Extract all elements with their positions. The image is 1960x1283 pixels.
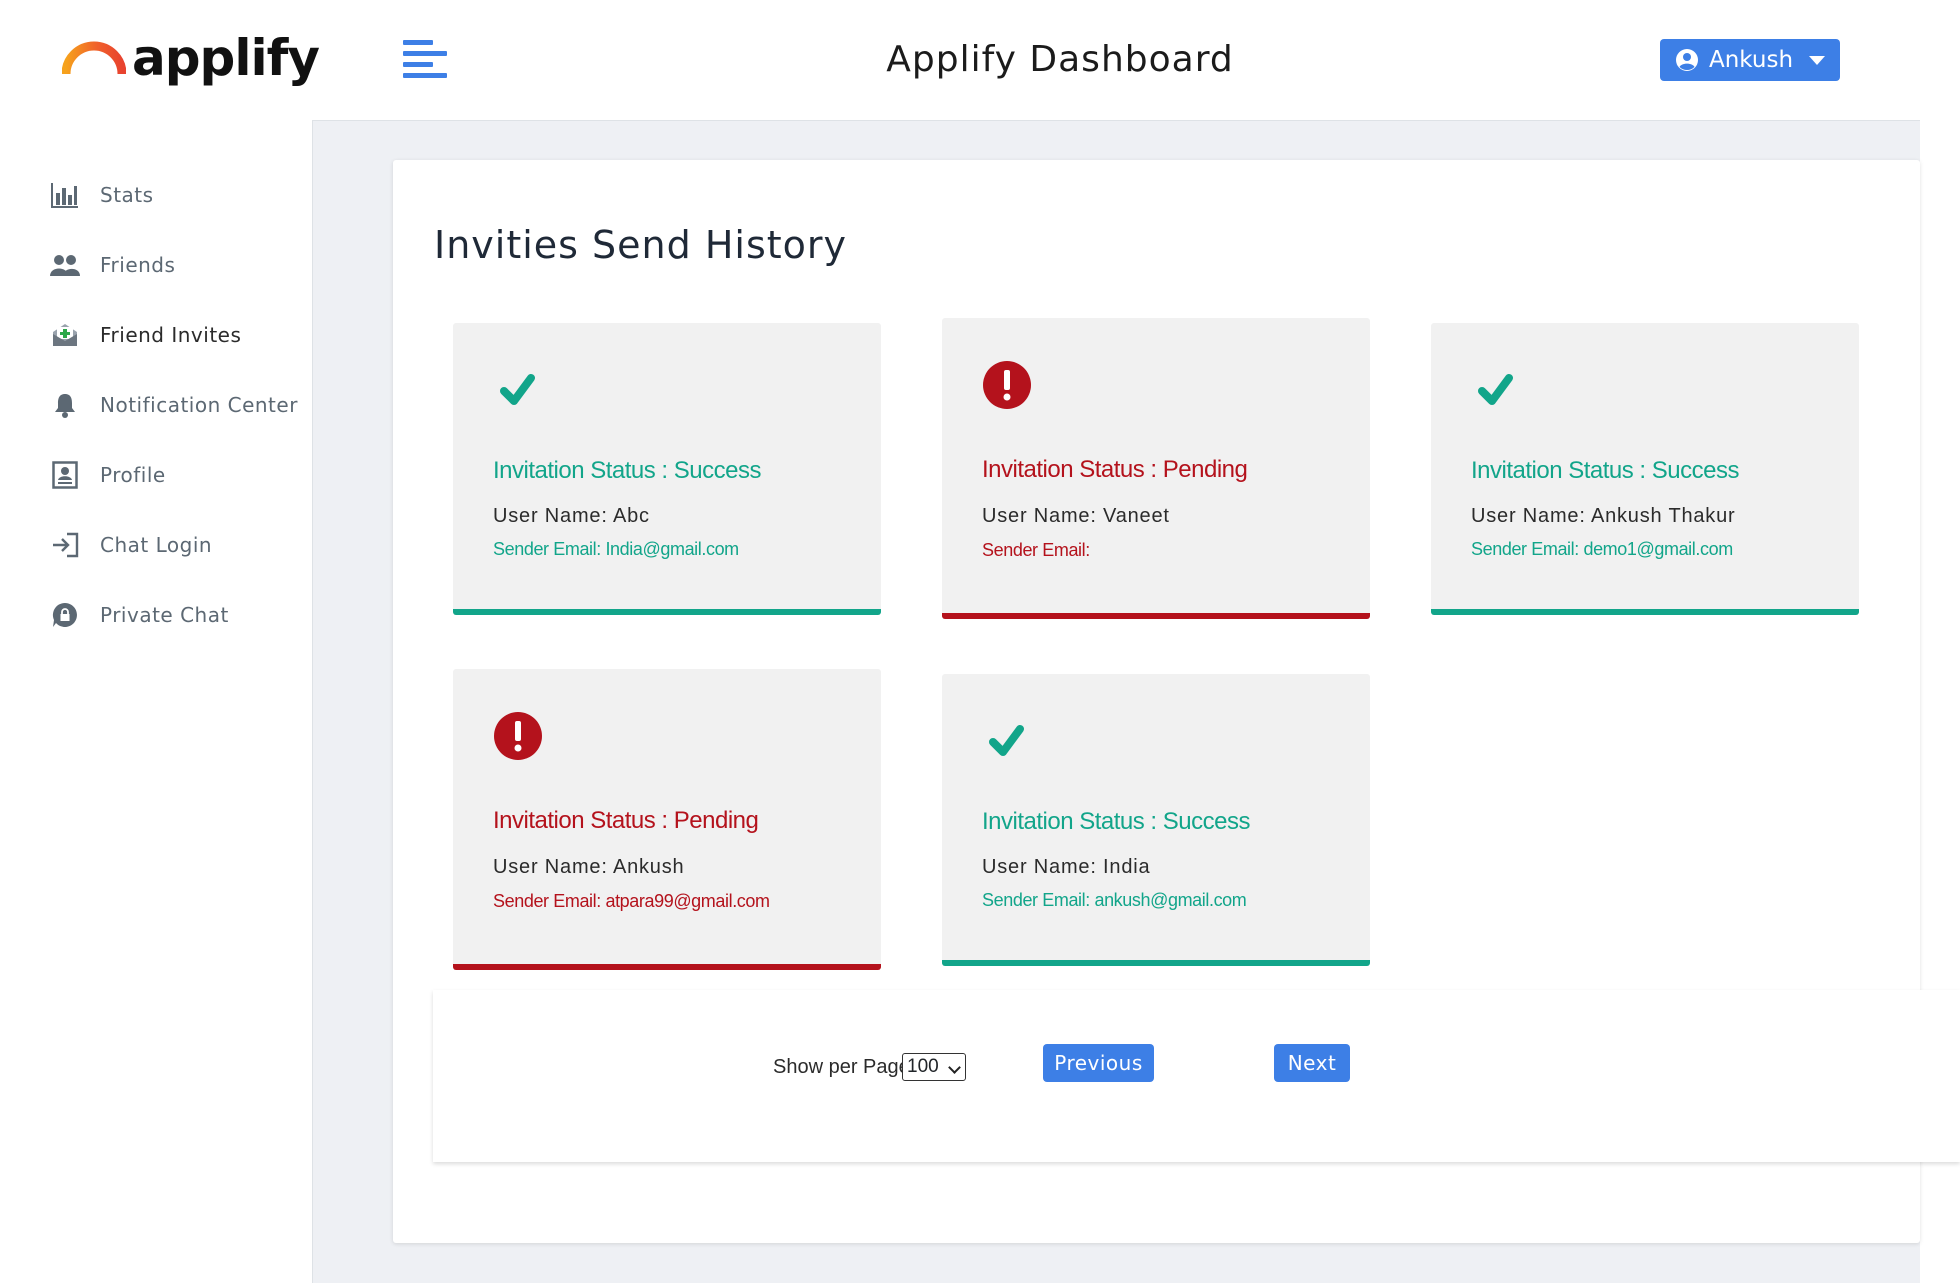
page-title: Invities Send History bbox=[434, 223, 848, 267]
sidebar-item-notification-center[interactable]: Notification Center bbox=[50, 385, 310, 425]
sidebar-item-label: Chat Login bbox=[100, 533, 213, 557]
sender-email: Sender Email: bbox=[982, 540, 1090, 560]
chevron-down-icon bbox=[1809, 55, 1826, 65]
sidebar-item-label: Notification Center bbox=[100, 393, 298, 417]
invitation-status: Invitation Status : Success bbox=[982, 808, 1250, 835]
sidebar-item-friends[interactable]: Friends bbox=[50, 245, 310, 285]
sidebar-item-label: Profile bbox=[100, 463, 166, 487]
id-card-icon bbox=[50, 460, 80, 490]
sender-email: Sender Email: atpara99@gmail.com bbox=[493, 891, 770, 911]
sidebar-item-label: Friend Invites bbox=[100, 323, 242, 347]
sign-in-icon bbox=[50, 530, 80, 560]
per-page-value: 100 bbox=[907, 1056, 939, 1077]
exclamation-circle-icon bbox=[983, 361, 1031, 409]
invite-card: Invitation Status : Success User Name: A… bbox=[1431, 323, 1859, 615]
invite-user-name: User Name: Ankush bbox=[493, 856, 685, 878]
applify-logo[interactable]: applify bbox=[62, 28, 320, 88]
sidebar-item-chat-login[interactable]: Chat Login bbox=[50, 525, 310, 565]
invite-user-name: User Name: Vaneet bbox=[982, 505, 1170, 527]
logo-text: applify bbox=[132, 29, 320, 87]
chat-lock-icon bbox=[50, 600, 80, 630]
exclamation-circle-icon bbox=[494, 712, 542, 760]
sidebar-item-label: Stats bbox=[100, 183, 154, 207]
sidebar-item-profile[interactable]: Profile bbox=[50, 455, 310, 495]
menu-toggle-icon[interactable] bbox=[403, 38, 447, 82]
users-icon bbox=[50, 250, 80, 280]
pagination-panel bbox=[433, 990, 1960, 1162]
per-page-label: Show per Page bbox=[773, 1056, 910, 1078]
bar-chart-icon bbox=[50, 180, 80, 210]
invite-envelope-icon bbox=[50, 320, 80, 350]
sender-email: Sender Email: demo1@gmail.com bbox=[1471, 539, 1733, 559]
sidebar-item-label: Private Chat bbox=[100, 603, 229, 627]
check-icon bbox=[1478, 374, 1513, 405]
invite-card: Invitation Status : Success User Name: I… bbox=[942, 674, 1370, 966]
invitation-status: Invitation Status : Success bbox=[493, 457, 761, 484]
sidebar: Stats Friends Friend Invites Notificatio… bbox=[0, 120, 313, 1283]
sidebar-item-private-chat[interactable]: Private Chat bbox=[50, 595, 310, 635]
user-circle-icon bbox=[1675, 49, 1698, 71]
invite-card: Invitation Status : Success User Name: A… bbox=[453, 323, 881, 615]
invite-card: Invitation Status : Pending User Name: V… bbox=[942, 318, 1370, 619]
dashboard-title: Applify Dashboard bbox=[886, 39, 1234, 80]
user-name-label: Ankush bbox=[1708, 47, 1794, 73]
next-button[interactable]: Next bbox=[1274, 1044, 1350, 1082]
top-header: applify Applify Dashboard Ankush bbox=[0, 0, 1920, 121]
check-icon bbox=[989, 725, 1024, 756]
invitation-status: Invitation Status : Success bbox=[1471, 457, 1739, 484]
invite-user-name: User Name: India bbox=[982, 856, 1151, 878]
sidebar-item-label: Friends bbox=[100, 253, 176, 277]
sender-email: Sender Email: ankush@gmail.com bbox=[982, 890, 1247, 910]
chevron-down-icon bbox=[948, 1061, 961, 1074]
sender-email: Sender Email: India@gmail.com bbox=[493, 539, 739, 559]
per-page-select[interactable]: 100 bbox=[902, 1053, 966, 1081]
check-icon bbox=[500, 374, 535, 405]
sidebar-item-stats[interactable]: Stats bbox=[50, 175, 310, 215]
logo-arc-icon bbox=[62, 41, 126, 75]
invite-card: Invitation Status : Pending User Name: A… bbox=[453, 669, 881, 970]
invitation-status: Invitation Status : Pending bbox=[493, 807, 759, 834]
invitation-status: Invitation Status : Pending bbox=[982, 456, 1248, 483]
sidebar-item-friend-invites[interactable]: Friend Invites bbox=[50, 315, 310, 355]
previous-button[interactable]: Previous bbox=[1043, 1044, 1154, 1082]
invite-user-name: User Name: Abc bbox=[493, 505, 650, 527]
user-menu-button[interactable]: Ankush bbox=[1660, 39, 1840, 81]
bell-icon bbox=[50, 390, 80, 420]
invite-user-name: User Name: Ankush Thakur bbox=[1471, 505, 1736, 527]
